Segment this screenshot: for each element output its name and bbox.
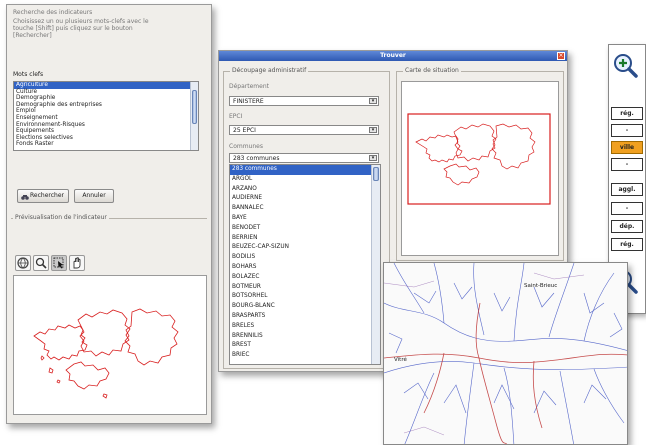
zoom-level-button[interactable]: rég. xyxy=(611,238,643,251)
zoom-level-button[interactable]: aggl. xyxy=(611,183,643,196)
instruction-line-3: [Rechercher] xyxy=(13,32,52,39)
keyword-item[interactable]: Enseignement xyxy=(14,115,198,122)
preview-title: Prévisualisation de l'indicateur xyxy=(13,214,109,221)
department-label: Département xyxy=(229,83,269,90)
commune-item[interactable]: BOURG-BLANC xyxy=(230,302,380,312)
department-select[interactable]: FINISTERE ▾ xyxy=(229,96,379,106)
commune-item[interactable]: BANNALEC xyxy=(230,204,380,214)
commune-item[interactable]: BRELES xyxy=(230,322,380,332)
brittany-map-preview xyxy=(33,308,179,399)
cancel-button[interactable]: Annuler xyxy=(74,189,114,203)
communes-scrollbar[interactable] xyxy=(371,165,380,364)
select-tool[interactable] xyxy=(51,255,67,271)
globe-tool[interactable] xyxy=(15,255,31,271)
chevron-down-icon: ▾ xyxy=(369,98,377,104)
brittany-situation-map xyxy=(407,113,551,205)
keywords-scrollbar[interactable] xyxy=(190,82,198,150)
chevron-down-icon: ▾ xyxy=(369,155,377,161)
epci-label: EPCI xyxy=(229,113,243,120)
commune-item[interactable]: ARZANO xyxy=(230,185,380,195)
keyword-item[interactable]: Fonds Raster xyxy=(14,141,198,148)
cursor-icon xyxy=(53,257,64,269)
communes-label: Communes xyxy=(229,143,263,150)
zoom-level-button[interactable]: - xyxy=(611,124,643,137)
commune-item[interactable]: ARGOL xyxy=(230,175,380,185)
keyword-item[interactable]: Demographie des entreprises xyxy=(14,102,198,109)
preview-map[interactable] xyxy=(13,275,207,415)
zoom-level-button[interactable]: dép. xyxy=(611,220,643,233)
commune-item[interactable]: AUDIERNE xyxy=(230,194,380,204)
search-button-label: Rechercher xyxy=(30,192,64,199)
zoom-level-button-selected[interactable]: ville xyxy=(611,141,643,154)
map-label-saint-brieuc: Saint-Brieuc xyxy=(524,283,558,289)
pan-tool[interactable] xyxy=(69,255,85,271)
communes-value: 283 communes xyxy=(233,155,280,162)
communes-select[interactable]: 283 communes ▾ xyxy=(229,153,379,163)
instruction-line-2: touche [Shift] puis cliquez sur le bouto… xyxy=(13,25,133,32)
zoom-tool[interactable] xyxy=(33,255,49,271)
indicator-search-panel: Recherche des indicateurs Choisissez un … xyxy=(6,4,212,424)
situation-map-label: Carte de situation xyxy=(403,67,461,74)
search-title: Recherche des indicateurs xyxy=(13,9,93,16)
globe-icon xyxy=(17,257,29,269)
communes-listbox[interactable]: 283 communes ARGOL ARZANO AUDIERNE BANNA… xyxy=(229,164,381,365)
commune-item[interactable]: BAYE xyxy=(230,214,380,224)
keyword-item[interactable]: Environnement-Risques xyxy=(14,122,198,129)
commune-item[interactable]: BERRIEN xyxy=(230,234,380,244)
window-titlebar[interactable]: Trouver × xyxy=(219,51,567,61)
chevron-down-icon: ▾ xyxy=(369,127,377,133)
admin-group-label: Découpage administratif xyxy=(230,67,309,74)
keyword-item[interactable]: Elections selectives xyxy=(14,135,198,142)
commune-item[interactable]: 283 communes xyxy=(230,165,380,175)
commune-item[interactable]: BRASPARTS xyxy=(230,312,380,322)
commune-item[interactable]: BOTMEUR xyxy=(230,283,380,293)
keywords-label: Mots clefs xyxy=(13,71,44,78)
instruction-line-1: Choisissez un ou plusieurs mots-clefs av… xyxy=(13,18,149,25)
zoom-in-button[interactable] xyxy=(611,51,643,83)
scroll-thumb[interactable] xyxy=(192,90,197,124)
zoom-level-button[interactable]: - xyxy=(611,158,643,171)
commune-item[interactable]: BEUZEC-CAP-SIZUN xyxy=(230,243,380,253)
keyword-item[interactable]: Emploi xyxy=(14,108,198,115)
situation-map[interactable] xyxy=(401,81,559,256)
commune-item[interactable]: BENODET xyxy=(230,224,380,234)
river-map-panel[interactable]: Vitré Saint-Brieuc xyxy=(383,262,628,445)
commune-item[interactable]: BOTSORHEL xyxy=(230,292,380,302)
zoom-level-button[interactable]: - xyxy=(611,202,643,215)
commune-item[interactable]: BRIEC xyxy=(230,351,380,361)
commune-item[interactable]: BOLAZEC xyxy=(230,273,380,283)
magnifier-icon xyxy=(35,257,47,269)
commune-item[interactable]: BREST xyxy=(230,341,380,351)
map-label-vitre: Vitré xyxy=(394,357,407,363)
commune-item[interactable]: BRENNILIS xyxy=(230,332,380,342)
department-value: FINISTERE xyxy=(233,98,264,105)
binoculars-icon xyxy=(21,195,29,200)
keywords-listbox[interactable]: Agriculture Culture Demographie Demograp… xyxy=(13,81,199,151)
epci-select[interactable]: 25 EPCI ▾ xyxy=(229,125,379,135)
window-title: Trouver xyxy=(380,52,406,59)
river-network-map xyxy=(384,263,627,444)
keyword-item[interactable]: Culture xyxy=(14,89,198,96)
commune-item[interactable]: BOHARS xyxy=(230,263,380,273)
search-button[interactable]: Rechercher xyxy=(17,189,69,203)
commune-item[interactable]: BODILIS xyxy=(230,253,380,263)
zoom-in-icon xyxy=(614,54,638,78)
close-button[interactable]: × xyxy=(557,52,565,60)
epci-value: 25 EPCI xyxy=(233,127,256,134)
keyword-item[interactable]: Demographie xyxy=(14,95,198,102)
keyword-item[interactable]: Agriculture xyxy=(14,82,198,89)
zoom-level-button[interactable]: rég. xyxy=(611,107,643,120)
hand-icon xyxy=(73,257,81,269)
keyword-item[interactable]: Equipements xyxy=(14,128,198,135)
scroll-thumb[interactable] xyxy=(373,167,379,181)
